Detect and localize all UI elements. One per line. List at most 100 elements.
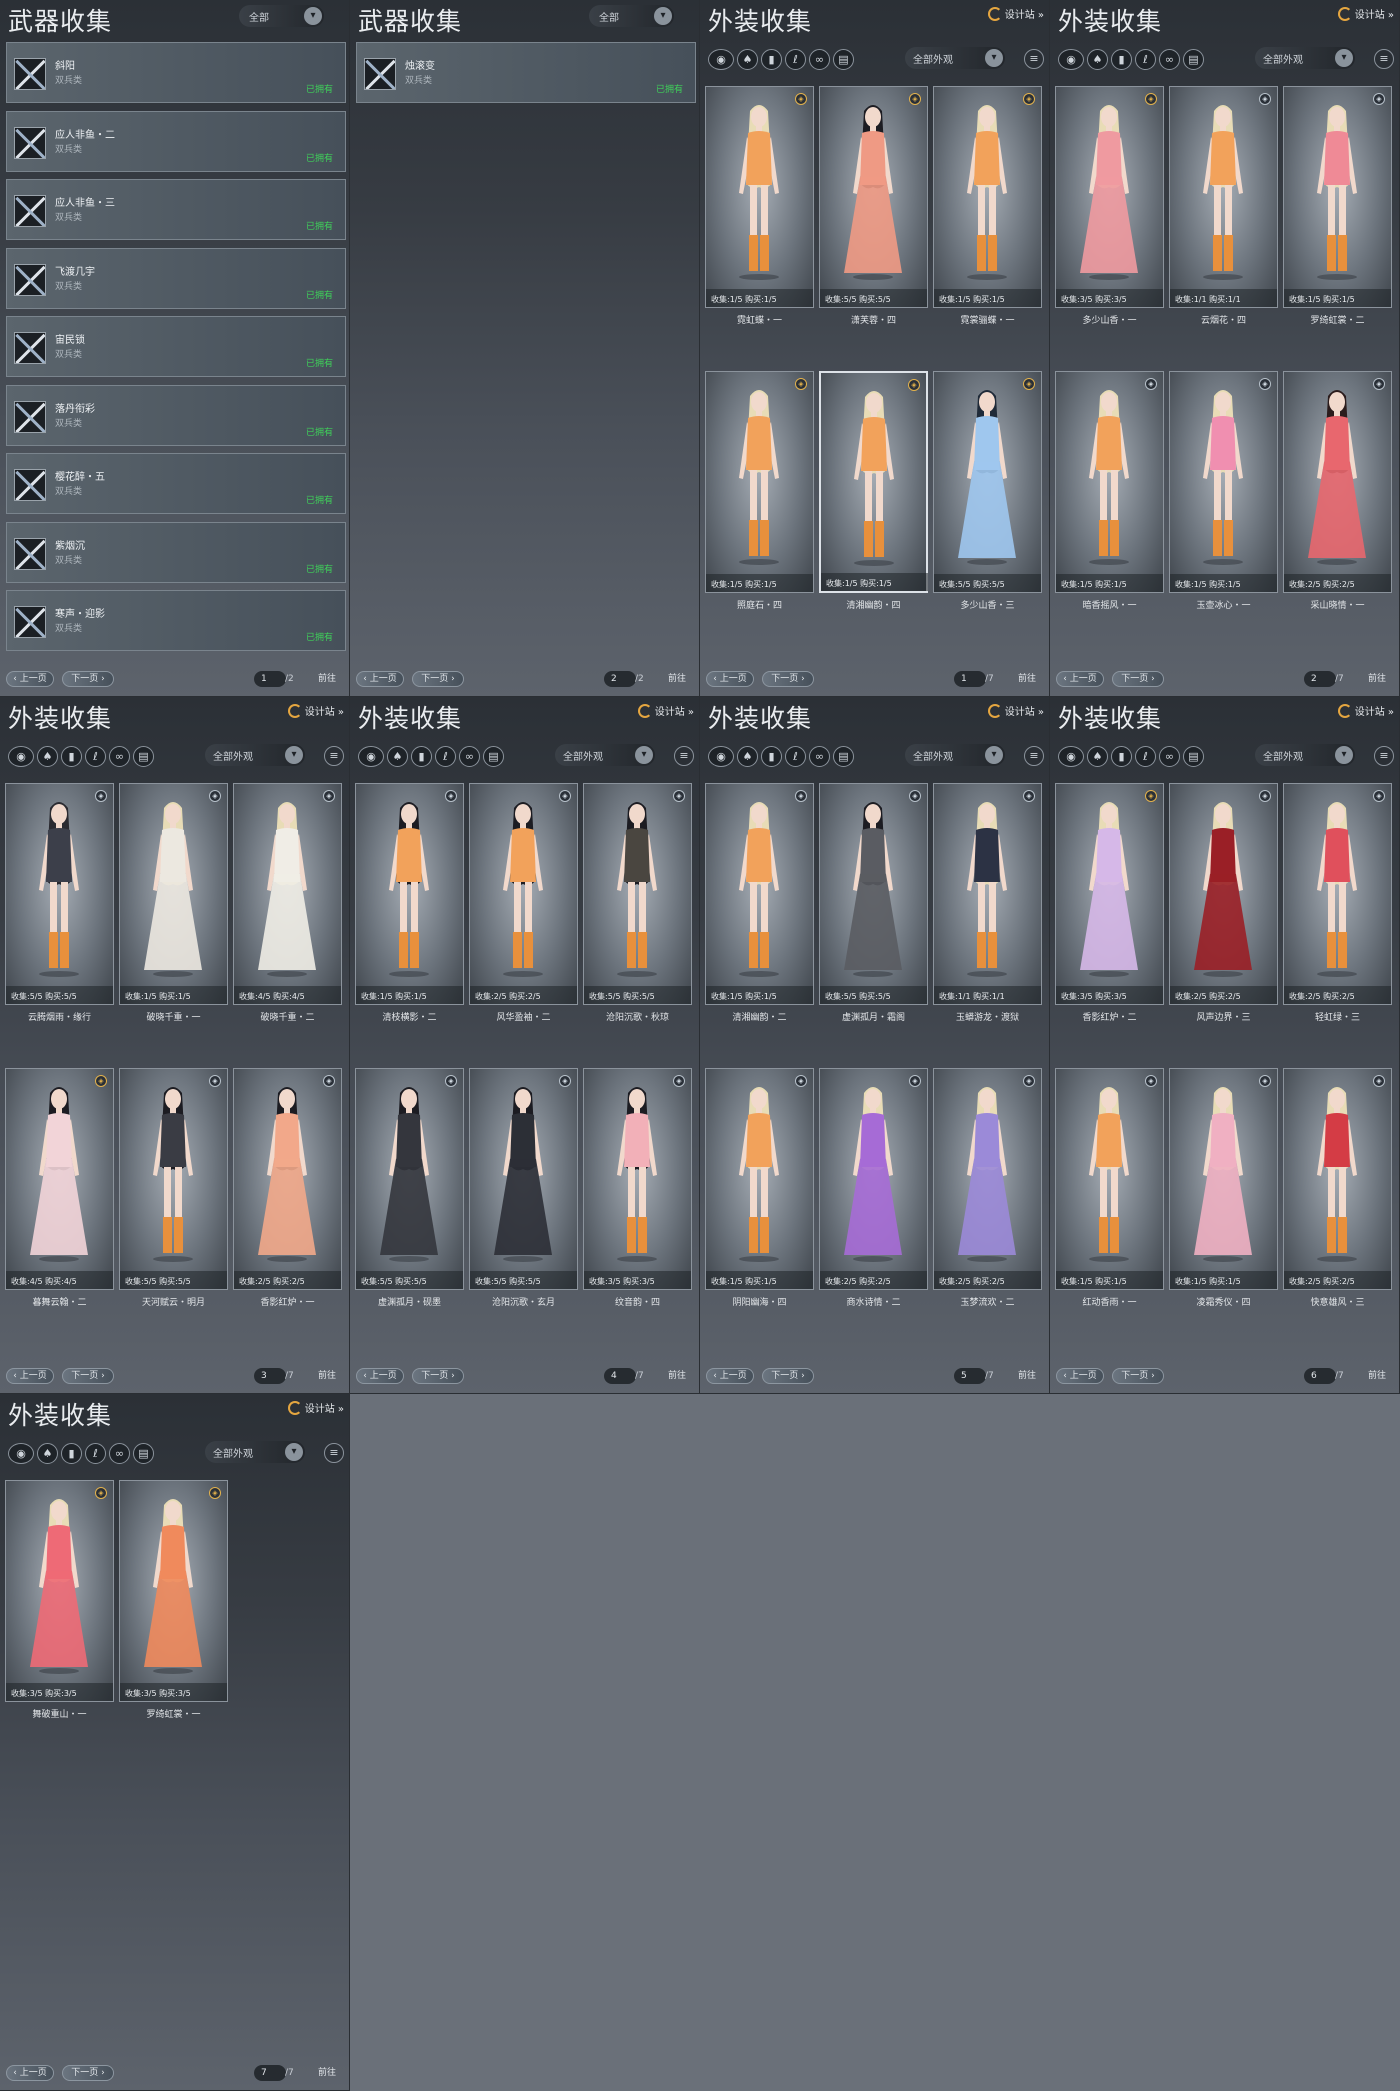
outfit-card[interactable]: ◈ 收集:1/5 购买:1/5 [705, 1068, 814, 1290]
pants-icon[interactable]: ▮ [761, 746, 782, 767]
accessory-icon[interactable]: ∞ [109, 1443, 130, 1464]
designer-station-link[interactable]: 设计站 » [637, 703, 694, 718]
outfit-card[interactable]: ◈ 收集:1/5 购买:1/5 [705, 86, 814, 308]
prev-page-button[interactable]: ‹ 上一页 [6, 1368, 54, 1384]
chevron-down-icon[interactable]: ▾ [304, 7, 322, 25]
go-to-page-button[interactable]: 前往 [318, 2065, 336, 2081]
weapon-list-item[interactable]: 应人非鱼・二 双兵类 已拥有 [6, 110, 346, 172]
next-page-button[interactable]: 下一页 › [1112, 1368, 1164, 1384]
go-to-page-button[interactable]: 前往 [668, 671, 686, 687]
page-number-input[interactable]: 5 [954, 1368, 986, 1384]
outfit-card[interactable]: ◈ 收集:2/5 购买:2/5 [1283, 371, 1392, 593]
shoes-icon[interactable]: ▤ [833, 746, 854, 767]
all-category-icon[interactable]: ◉ [358, 746, 384, 767]
sort-options-icon[interactable]: ≡ [1374, 49, 1394, 69]
prev-page-button[interactable]: ‹ 上一页 [1056, 1368, 1104, 1384]
hair-icon[interactable]: ℓ [785, 746, 806, 767]
pants-icon[interactable]: ▮ [1111, 746, 1132, 767]
go-to-page-button[interactable]: 前往 [318, 671, 336, 687]
page-number-input[interactable]: 3 [254, 1368, 286, 1384]
sort-options-icon[interactable]: ≡ [324, 746, 344, 766]
sort-options-icon[interactable]: ≡ [1024, 49, 1044, 69]
shoes-icon[interactable]: ▤ [133, 1443, 154, 1464]
outfit-card[interactable]: ◈ 收集:5/5 购买:5/5 [355, 1068, 464, 1290]
hair-icon[interactable]: ℓ [785, 49, 806, 70]
page-number-input[interactable]: 2 [1304, 671, 1336, 687]
outfit-card[interactable]: ◈ 收集:4/5 购买:4/5 [233, 783, 342, 1005]
outfit-card[interactable]: ◈ 收集:1/5 购买:1/5 [1169, 371, 1278, 593]
weapon-list-item[interactable]: 应人非鱼・三 双兵类 已拥有 [6, 179, 346, 240]
hair-icon[interactable]: ℓ [1135, 746, 1156, 767]
top-icon[interactable]: ♠ [737, 746, 758, 767]
go-to-page-button[interactable]: 前往 [668, 1368, 686, 1384]
shoes-icon[interactable]: ▤ [1183, 49, 1204, 70]
chevron-down-icon[interactable]: ▾ [285, 746, 303, 764]
outfit-card[interactable]: ◈ 收集:1/5 购买:1/5 [1055, 1068, 1164, 1290]
go-to-page-button[interactable]: 前往 [1368, 671, 1386, 687]
outfit-card[interactable]: ◈ 收集:4/5 购买:4/5 [5, 1068, 114, 1290]
outfit-card[interactable]: ◈ 收集:5/5 购买:5/5 [819, 86, 928, 308]
go-to-page-button[interactable]: 前往 [1018, 1368, 1036, 1384]
designer-station-link[interactable]: 设计站 » [1337, 703, 1394, 718]
prev-page-button[interactable]: ‹ 上一页 [706, 671, 754, 687]
sort-options-icon[interactable]: ≡ [1374, 746, 1394, 766]
hair-icon[interactable]: ℓ [85, 1443, 106, 1464]
outfit-card[interactable]: ◈ 收集:1/5 购买:1/5 [119, 783, 228, 1005]
outfit-card[interactable]: ◈ 收集:1/5 购买:1/5 [1055, 371, 1164, 593]
all-category-icon[interactable]: ◉ [1058, 49, 1084, 70]
appearance-filter-dropdown[interactable]: 全部外观 ▾ [555, 744, 655, 766]
shoes-icon[interactable]: ▤ [483, 746, 504, 767]
outfit-card[interactable]: ◈ 收集:1/5 购买:1/5 [933, 86, 1042, 308]
chevron-down-icon[interactable]: ▾ [1335, 49, 1353, 67]
appearance-filter-dropdown[interactable]: 全部外观 ▾ [205, 1441, 305, 1463]
pants-icon[interactable]: ▮ [61, 746, 82, 767]
prev-page-button[interactable]: ‹ 上一页 [6, 671, 54, 687]
weapon-list-item[interactable]: 落丹衔彩 双兵类 已拥有 [6, 384, 346, 446]
appearance-filter-dropdown[interactable]: 全部外观 ▾ [205, 744, 305, 766]
all-category-icon[interactable]: ◉ [708, 49, 734, 70]
accessory-icon[interactable]: ∞ [809, 49, 830, 70]
outfit-card[interactable]: ◈ 收集:2/5 购买:2/5 [1283, 1068, 1392, 1290]
top-icon[interactable]: ♠ [37, 1443, 58, 1464]
designer-station-link[interactable]: 设计站 » [287, 1400, 344, 1415]
outfit-card[interactable]: ◈ 收集:1/1 购买:1/1 [1169, 86, 1278, 308]
outfit-card[interactable]: ◈ 收集:5/5 购买:5/5 [119, 1068, 228, 1290]
designer-station-link[interactable]: 设计站 » [287, 703, 344, 718]
weapon-list-item[interactable]: 樱花醉・五 双兵类 已拥有 [6, 453, 346, 514]
designer-station-link[interactable]: 设计站 » [987, 6, 1044, 21]
designer-station-link[interactable]: 设计站 » [987, 703, 1044, 718]
outfit-card[interactable]: ◈ 收集:5/5 购买:5/5 [469, 1068, 578, 1290]
outfit-card[interactable]: ◈ 收集:5/5 购买:5/5 [583, 783, 692, 1005]
go-to-page-button[interactable]: 前往 [1018, 671, 1036, 687]
next-page-button[interactable]: 下一页 › [1112, 671, 1164, 687]
page-number-input[interactable]: 2 [604, 671, 636, 687]
outfit-card[interactable]: ◈ 收集:5/5 购买:5/5 [5, 783, 114, 1005]
weapon-list-item[interactable]: 烛滚变 双兵类 已拥有 [356, 42, 696, 103]
outfit-card[interactable]: ◈ 收集:2/5 购买:2/5 [1169, 783, 1278, 1005]
sort-options-icon[interactable]: ≡ [324, 1443, 344, 1463]
prev-page-button[interactable]: ‹ 上一页 [6, 2065, 54, 2081]
outfit-card[interactable]: ◈ 收集:2/5 购买:2/5 [1283, 783, 1392, 1005]
outfit-card[interactable]: ◈ 收集:3/5 购买:3/5 [1055, 86, 1164, 308]
category-filter-dropdown[interactable]: 全部 ▾ [589, 5, 674, 27]
shoes-icon[interactable]: ▤ [1183, 746, 1204, 767]
weapon-list-item[interactable]: 寒声・迎影 双兵类 已拥有 [6, 590, 346, 651]
pants-icon[interactable]: ▮ [61, 1443, 82, 1464]
page-number-input[interactable]: 1 [254, 671, 286, 687]
outfit-card[interactable]: ◈ 收集:3/5 购买:3/5 [583, 1068, 692, 1290]
all-category-icon[interactable]: ◉ [8, 1443, 34, 1464]
weapon-list-item[interactable]: 宙民锁 双兵类 已拥有 [6, 316, 346, 377]
accessory-icon[interactable]: ∞ [1159, 49, 1180, 70]
outfit-card[interactable]: ◈ 收集:2/5 购买:2/5 [469, 783, 578, 1005]
prev-page-button[interactable]: ‹ 上一页 [706, 1368, 754, 1384]
sort-options-icon[interactable]: ≡ [674, 746, 694, 766]
outfit-card[interactable]: ◈ 收集:1/5 购买:1/5 [1169, 1068, 1278, 1290]
chevron-down-icon[interactable]: ▾ [1335, 746, 1353, 764]
outfit-card[interactable]: ◈ 收集:2/5 购买:2/5 [819, 1068, 928, 1290]
go-to-page-button[interactable]: 前往 [318, 1368, 336, 1384]
next-page-button[interactable]: 下一页 › [62, 671, 114, 687]
next-page-button[interactable]: 下一页 › [62, 1368, 114, 1384]
chevron-down-icon[interactable]: ▾ [285, 1443, 303, 1461]
page-number-input[interactable]: 7 [254, 2065, 286, 2081]
outfit-card[interactable]: ◈ 收集:2/5 购买:2/5 [933, 1068, 1042, 1290]
